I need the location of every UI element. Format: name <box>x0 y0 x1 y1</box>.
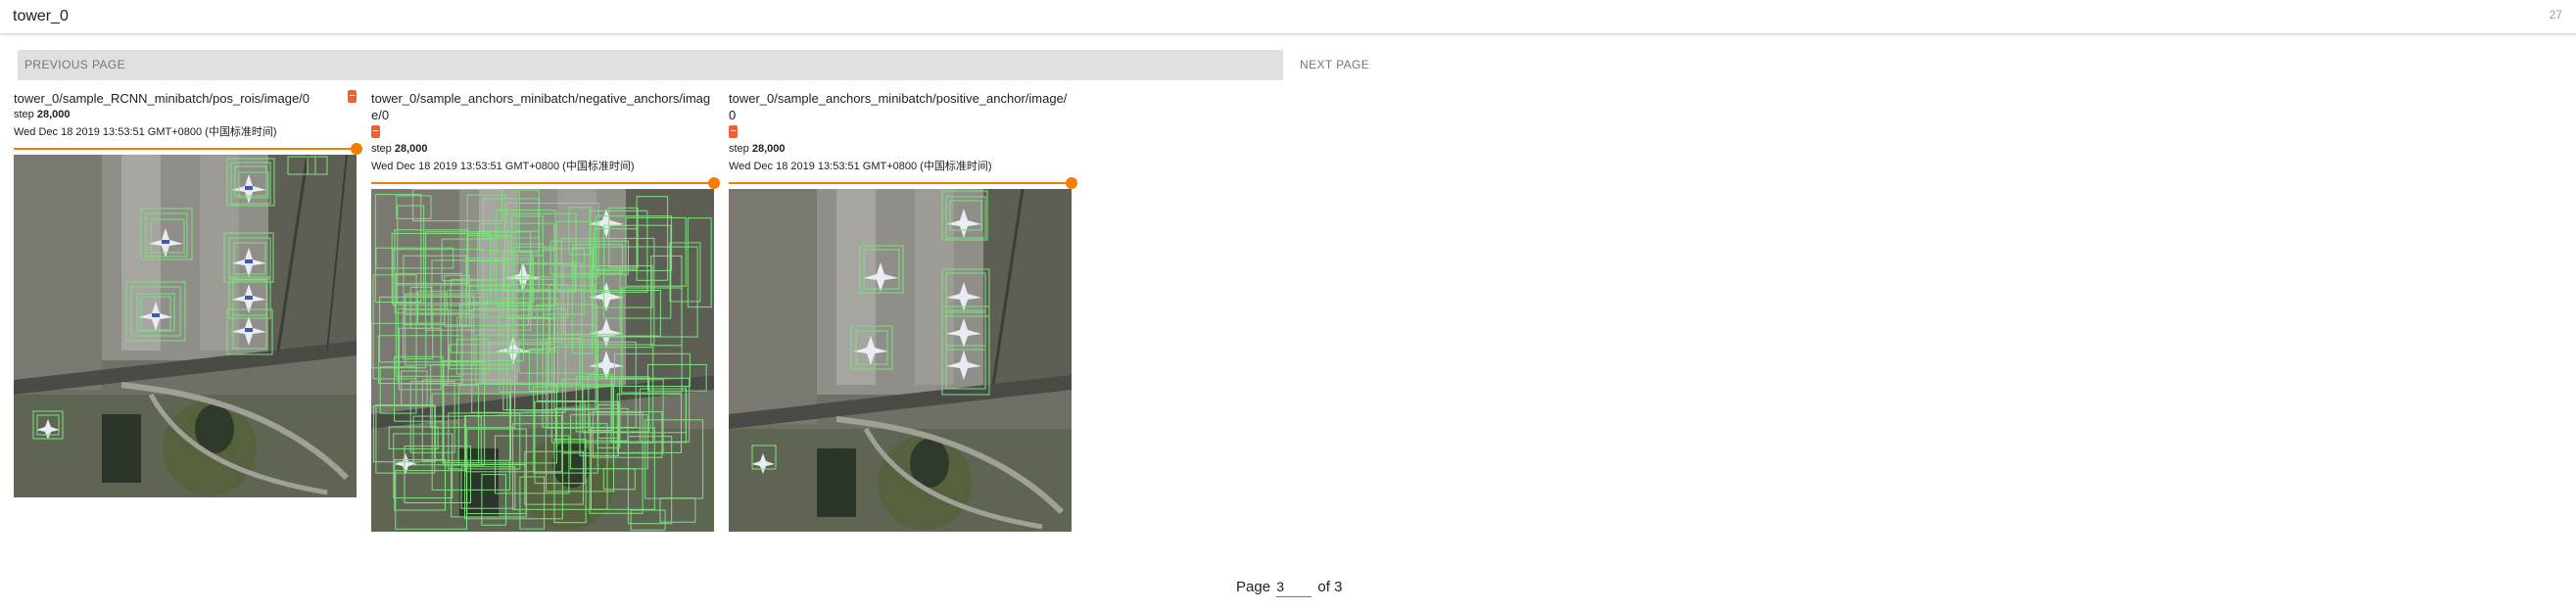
image-card-positive-anchor: tower_0/sample_anchors_minibatch/positiv… <box>729 90 1077 532</box>
step-label: step <box>14 109 34 120</box>
image-card-pos-rois: tower_0/sample_RCNN_minibatch/pos_rois/i… <box>14 90 362 497</box>
expand-icon[interactable] <box>729 125 738 139</box>
step-slider[interactable] <box>729 177 1077 189</box>
slider-thumb[interactable] <box>351 143 362 155</box>
slider-track <box>729 182 1072 184</box>
page-prefix: Page <box>1236 579 1271 595</box>
slider-track <box>14 148 357 150</box>
step-label: step <box>729 143 749 155</box>
step-line: step 28,000 <box>14 108 357 121</box>
card-title: tower_0/sample_anchors_minibatch/positiv… <box>729 91 1068 122</box>
step-value: 28,000 <box>751 143 786 155</box>
expand-icon[interactable] <box>371 125 380 139</box>
aerial-image-pos-rois <box>14 155 357 497</box>
slider-track <box>371 182 714 184</box>
group-title: tower_0 <box>13 8 69 24</box>
timestamp: Wed Dec 18 2019 13:53:51 GMT+0800 (中国标准时… <box>371 161 635 172</box>
step-line: step 28,000 <box>371 142 714 156</box>
step-slider[interactable] <box>371 177 720 189</box>
timestamp: Wed Dec 18 2019 13:53:51 GMT+0800 (中国标准时… <box>729 161 992 172</box>
next-page-button[interactable]: NEXT PAGE <box>1293 50 1376 80</box>
step-label: step <box>371 143 392 155</box>
card-title: tower_0/sample_anchors_minibatch/negativ… <box>371 91 711 122</box>
image-card-negative-anchors: tower_0/sample_anchors_minibatch/negativ… <box>371 90 720 532</box>
group-header[interactable]: tower_0 27 <box>0 0 2576 34</box>
aerial-image-negative-anchors <box>371 189 714 532</box>
card-title: tower_0/sample_RCNN_minibatch/pos_rois/i… <box>14 91 310 106</box>
item-count: 27 <box>2549 8 2562 22</box>
slider-thumb[interactable] <box>708 177 720 189</box>
step-slider[interactable] <box>14 143 362 155</box>
timestamp: Wed Dec 18 2019 13:53:51 GMT+0800 (中国标准时… <box>14 126 277 138</box>
previous-page-button[interactable]: PREVIOUS PAGE <box>18 50 1283 80</box>
step-value: 28,000 <box>394 143 428 155</box>
pagination: Page 3 of 3 <box>1236 579 1342 597</box>
aerial-image-positive-anchor <box>729 189 1072 532</box>
slider-thumb[interactable] <box>1066 177 1077 189</box>
expand-icon[interactable] <box>348 90 357 103</box>
page-number-input[interactable]: 3 <box>1276 580 1312 597</box>
step-line: step 28,000 <box>729 142 1072 156</box>
page-suffix: of 3 <box>1317 579 1343 595</box>
step-value: 28,000 <box>36 109 71 120</box>
